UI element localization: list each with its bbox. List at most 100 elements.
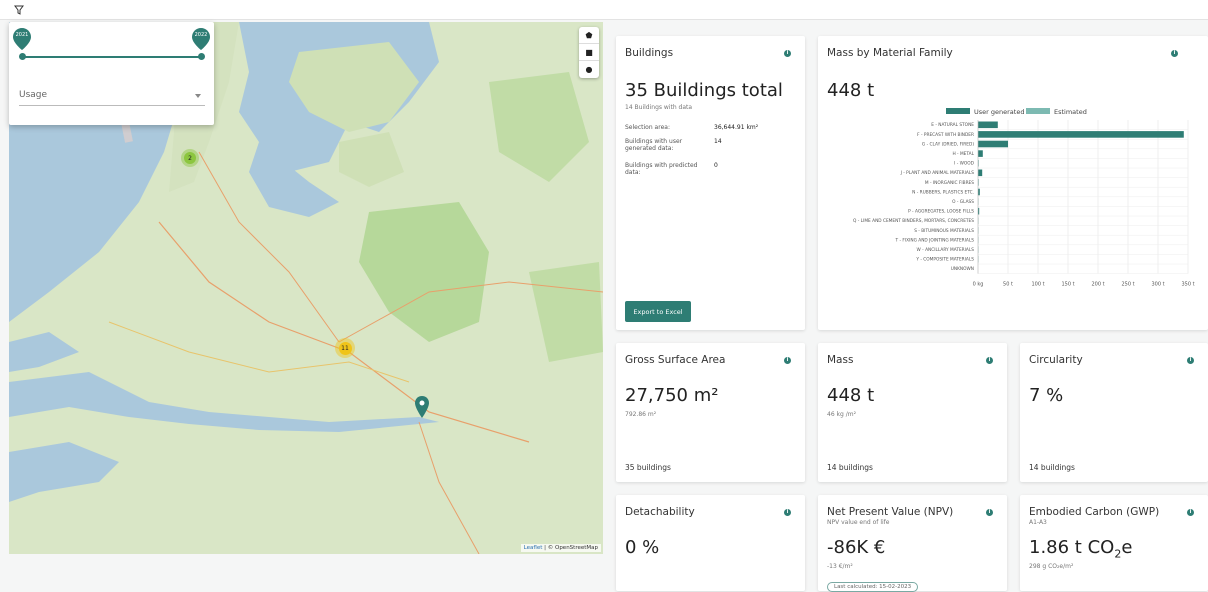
usage-placeholder: Usage: [19, 90, 47, 100]
year-slider-start-handle[interactable]: [19, 53, 26, 60]
category-label: S - BITUMINOUS MATERIALS: [914, 228, 974, 234]
card-title: Buildings: [625, 47, 673, 59]
info-icon[interactable]: i: [1171, 50, 1178, 57]
mass-card: Mass i 448 t 46 kg /m² 14 buildings: [818, 343, 1007, 482]
info-icon[interactable]: i: [784, 357, 791, 364]
circularity-card: Circularity i 7 % 14 buildings: [1020, 343, 1208, 482]
card-title: Detachability: [625, 506, 695, 518]
year-to-value: 2022: [192, 32, 210, 38]
gross-surface-value: 27,750 m²: [625, 385, 718, 406]
info-icon[interactable]: i: [1187, 357, 1194, 364]
map-cluster-inner: 11: [339, 342, 352, 355]
filter-panel: 2021 2022 Usage: [9, 22, 214, 125]
map-attribution: Leaflet | © OpenStreetMap: [521, 544, 601, 552]
bar-user-generated: [978, 150, 983, 157]
bar-user-generated: [978, 131, 1184, 138]
leaflet-link[interactable]: Leaflet: [524, 545, 543, 551]
info-icon[interactable]: i: [986, 357, 993, 364]
category-label: T - FIXING AND JOINTING MATERIALS: [895, 237, 975, 243]
card-title: Mass by Material Family: [827, 47, 953, 59]
mass-sub: 46 kg /m²: [827, 411, 856, 418]
category-label: M - INORGANIC FIBRES: [925, 180, 974, 186]
gwp-value-number: 1.86 t CO: [1029, 537, 1114, 558]
info-icon[interactable]: i: [784, 509, 791, 516]
npv-value: -86K €: [827, 537, 885, 558]
map-cluster[interactable]: 11: [335, 338, 355, 358]
category-label: E - NATURAL STONE: [931, 122, 974, 128]
x-tick-label: 50 t: [1003, 282, 1013, 288]
legend-swatch-estimated: [1026, 108, 1050, 114]
kv-value: 14: [714, 138, 722, 145]
gwp-subtitle: A1-A3: [1029, 519, 1047, 526]
category-label: N - RUBBERS, PLASTICS ETC.: [912, 189, 974, 195]
gwp-value: 1.86 t CO2e: [1029, 537, 1132, 561]
kv-value: 36,644.91 km²: [714, 124, 758, 131]
bar-user-generated: [978, 170, 982, 177]
category-label: H - METAL: [952, 151, 974, 157]
mass-value: 448 t: [827, 385, 874, 406]
circularity-value: 7 %: [1029, 385, 1063, 406]
cluster-count: 11: [341, 345, 349, 352]
category-label: W - ANCILLARY MATERIALS: [917, 247, 975, 253]
year-from-label: 2021: [13, 28, 31, 50]
gross-surface-sub: 792.86 m²: [625, 411, 656, 418]
export-excel-button[interactable]: Export to Excel: [625, 301, 691, 322]
gross-surface-card: Gross Surface Area i 27,750 m² 792.86 m²…: [616, 343, 805, 482]
kv-value: 0: [714, 162, 718, 169]
x-tick-label: 150 t: [1061, 282, 1074, 288]
detachability-card: Detachability i 0 %: [616, 495, 805, 591]
square-icon[interactable]: ■: [579, 44, 599, 61]
info-icon[interactable]: i: [784, 50, 791, 57]
legend-label-estimated: Estimated: [1054, 108, 1087, 116]
buildings-card: Buildings i 35 Buildings total 14 Buildi…: [616, 36, 805, 330]
info-icon[interactable]: i: [986, 509, 993, 516]
top-bar: [0, 0, 1208, 20]
card-title: Circularity: [1029, 354, 1083, 366]
category-label: UNKNOWN: [951, 266, 974, 272]
kv-label: Buildings with predicted data:: [625, 162, 707, 176]
chevron-down-icon: [195, 94, 201, 98]
buildings-total: 35 Buildings total: [625, 80, 783, 101]
buildings-count: 14 buildings: [827, 463, 873, 472]
year-slider-end-handle[interactable]: [198, 53, 205, 60]
card-title: Net Present Value (NPV): [827, 506, 953, 518]
kv-label: Selection area:: [625, 124, 705, 131]
osm-attribution[interactable]: | © OpenStreetMap: [544, 545, 598, 551]
category-label: G - CLAY (DRIED, FIRED): [922, 141, 974, 147]
npv-sub: -13 €/m²: [827, 563, 853, 570]
map-cluster[interactable]: 2: [181, 149, 199, 167]
gwp-card: Embodied Carbon (GWP) i A1-A3 1.86 t CO2…: [1020, 495, 1208, 591]
card-title: Embodied Carbon (GWP): [1029, 506, 1159, 518]
category-label: P - AGGREGATES, LOOSE FILLS: [908, 209, 974, 215]
card-title: Gross Surface Area: [625, 354, 725, 366]
info-icon[interactable]: i: [1187, 509, 1194, 516]
usage-select[interactable]: Usage: [19, 90, 205, 106]
detachability-value: 0 %: [625, 537, 659, 558]
map-marker-icon[interactable]: [415, 396, 429, 418]
npv-card: Net Present Value (NPV) i NPV value end …: [818, 495, 1007, 591]
map-cluster-inner: 2: [184, 152, 196, 164]
kv-label: Buildings with user generated data:: [625, 138, 695, 152]
x-tick-label: 0 kg: [973, 282, 984, 288]
gwp-sub: 298 g CO₂e/m²: [1029, 563, 1073, 570]
year-from-value: 2021: [13, 32, 31, 38]
x-tick-label: 100 t: [1031, 282, 1044, 288]
gwp-value-suffix: e: [1121, 537, 1132, 558]
card-title: Mass: [827, 354, 853, 366]
year-slider-track[interactable]: [22, 56, 202, 58]
buildings-count: 35 buildings: [625, 463, 671, 472]
legend-label-user: User generated: [974, 108, 1024, 116]
x-tick-label: 250 t: [1121, 282, 1134, 288]
year-to-label: 2022: [192, 28, 210, 50]
circle-icon[interactable]: ●: [579, 61, 599, 78]
mass-by-material-card: Mass by Material Family i 448 t User gen…: [818, 36, 1208, 330]
filter-icon[interactable]: [14, 5, 24, 15]
x-tick-label: 300 t: [1151, 282, 1164, 288]
npv-subtitle: NPV value end of life: [827, 519, 889, 526]
draw-toolbar: ⬟ ■ ●: [579, 27, 599, 78]
category-label: F - PRECAST WITH BINDER: [917, 132, 974, 138]
category-label: Y - COMPOSITE MATERIALS: [915, 257, 974, 263]
mass-total: 448 t: [827, 80, 874, 101]
pentagon-icon[interactable]: ⬟: [579, 27, 599, 44]
buildings-with-data: 14 Buildings with data: [625, 104, 692, 111]
